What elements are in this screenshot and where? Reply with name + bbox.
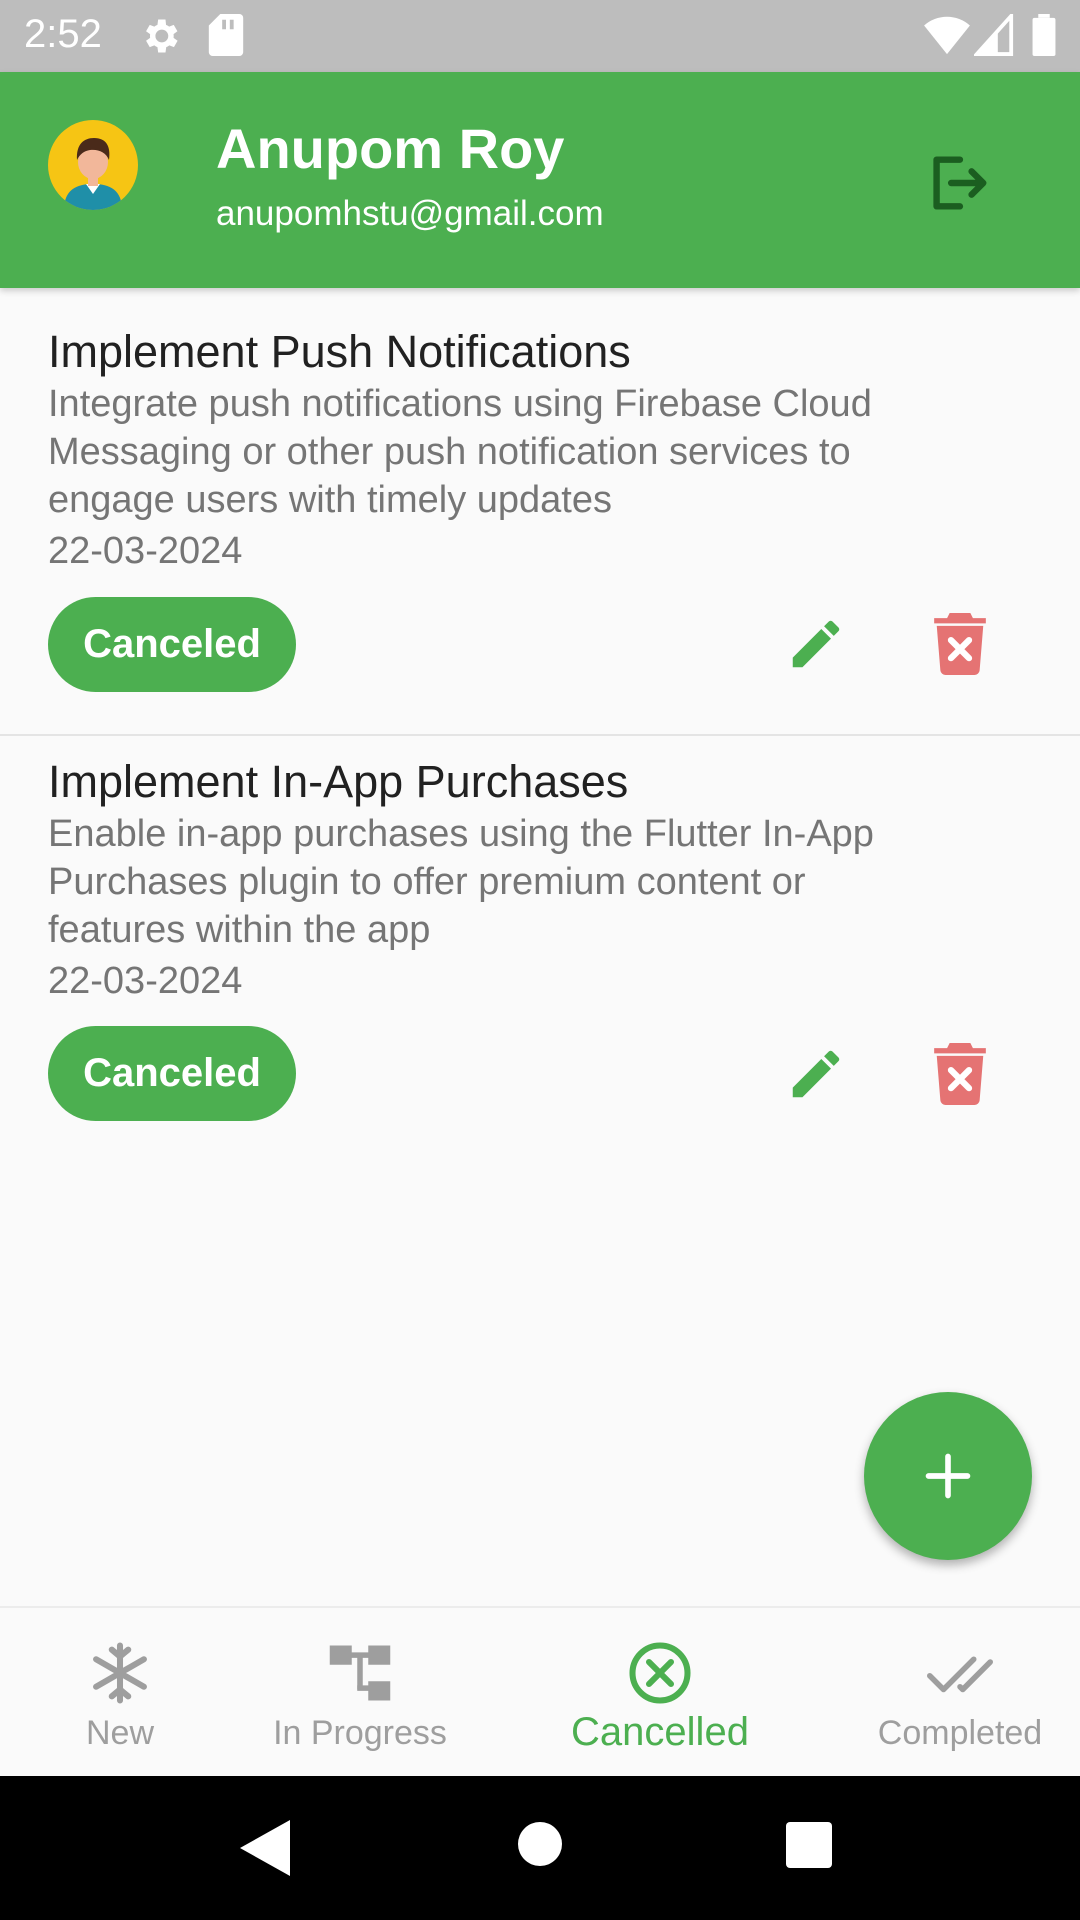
nav-label: New — [85, 1714, 155, 1752]
task-description-line: Messaging or other push notification ser… — [48, 431, 851, 473]
task-date: 22-03-2024 — [48, 530, 243, 572]
status-bar: 2:52 — [0, 0, 1080, 72]
hierarchy-icon — [327, 1640, 393, 1706]
status-time: 2:52 — [24, 12, 102, 56]
battery-icon — [1032, 14, 1056, 61]
wifi-icon — [924, 14, 970, 61]
bottom-navigation: New In Progress Cancelled Completed — [0, 1606, 1080, 1778]
status-chip[interactable]: Canceled — [48, 1026, 296, 1121]
gear-icon — [138, 14, 182, 63]
sd-card-icon — [208, 14, 244, 61]
nav-item-new[interactable]: New — [0, 1608, 240, 1778]
add-task-button[interactable] — [864, 1392, 1032, 1560]
user-name: Anupom Roy — [216, 117, 565, 180]
task-description-line: engage users with timely updates — [48, 479, 612, 521]
nav-item-in-progress[interactable]: In Progress — [240, 1608, 480, 1778]
task-card: Implement Push Notifications Integrate p… — [0, 288, 1080, 736]
profile-header: Anupom Roy anupomhstu@gmail.com — [0, 72, 1080, 288]
logout-icon[interactable] — [922, 148, 992, 218]
double-check-icon — [927, 1640, 993, 1706]
task-description-line: Enable in-app purchases using the Flutte… — [48, 813, 874, 855]
user-avatar-icon[interactable] — [48, 120, 138, 210]
nav-item-cancelled[interactable]: Cancelled — [540, 1608, 780, 1778]
delete-icon[interactable] — [922, 1036, 998, 1112]
task-description: Enable in-app purchases using the Flutte… — [48, 810, 1008, 954]
nav-label: In Progress — [273, 1714, 447, 1752]
back-icon[interactable] — [240, 1820, 290, 1881]
task-date: 22-03-2024 — [48, 960, 243, 1002]
edit-icon[interactable] — [778, 1036, 854, 1112]
system-navigation-bar — [0, 1776, 1080, 1920]
task-title: Implement In-App Purchases — [48, 756, 629, 807]
task-description-line: Integrate push notifications using Fireb… — [48, 383, 872, 425]
plus-icon — [925, 1453, 971, 1499]
edit-icon[interactable] — [778, 606, 854, 682]
nav-label: Completed — [877, 1714, 1043, 1752]
task-description-line: Purchases plugin to offer premium conten… — [48, 861, 806, 903]
task-title: Implement Push Notifications — [48, 326, 631, 377]
task-description-line: features within the app — [48, 909, 431, 951]
status-chip[interactable]: Canceled — [48, 597, 296, 692]
nav-item-completed[interactable]: Completed — [840, 1608, 1080, 1778]
delete-icon[interactable] — [922, 606, 998, 682]
task-card: Implement In-App Purchases Enable in-app… — [0, 736, 1080, 1176]
user-email: anupomhstu@gmail.com — [216, 194, 604, 233]
task-description: Integrate push notifications using Fireb… — [48, 380, 1008, 524]
cancel-circle-icon — [627, 1640, 693, 1706]
nav-label: Cancelled — [571, 1710, 749, 1754]
snowflake-icon — [87, 1640, 153, 1706]
cell-signal-icon — [972, 10, 1014, 61]
home-icon[interactable] — [518, 1822, 562, 1871]
recents-icon[interactable] — [786, 1822, 832, 1873]
